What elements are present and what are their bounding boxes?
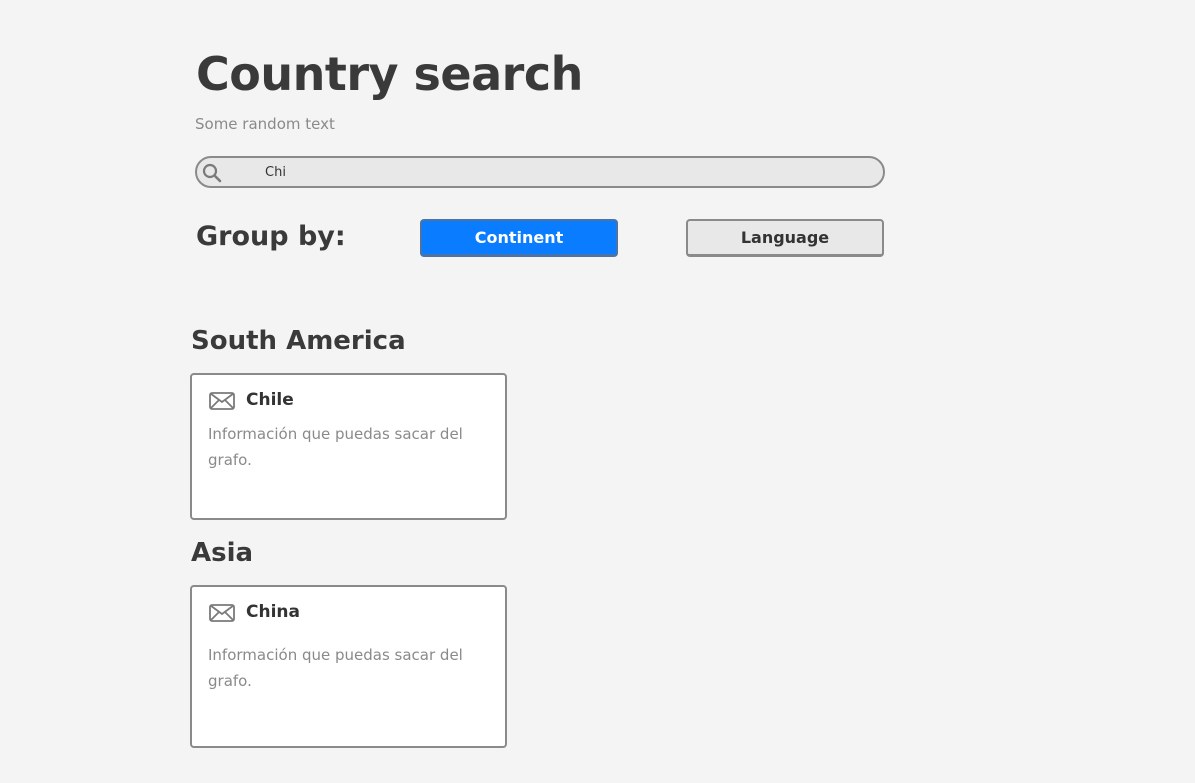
card-description: Información que puedas sacar del grafo. — [208, 425, 463, 469]
page-title: Country search — [196, 47, 583, 101]
page-subtitle: Some random text — [195, 115, 335, 133]
country-card-chile[interactable]: Chile Información que puedas sacar del g… — [190, 373, 507, 520]
group-heading-asia: Asia — [191, 538, 254, 568]
card-description: Información que puedas sacar del grafo. — [208, 646, 463, 690]
envelope-icon — [209, 392, 235, 410]
envelope-icon — [209, 604, 235, 622]
search-box[interactable] — [195, 156, 885, 188]
card-title: Chile — [246, 390, 294, 410]
search-input[interactable] — [265, 162, 865, 182]
group-by-language-button[interactable]: Language — [686, 219, 884, 257]
card-title: China — [246, 602, 300, 622]
group-heading-south-america: South America — [191, 326, 406, 356]
search-icon — [201, 162, 223, 184]
country-card-china[interactable]: China Información que puedas sacar del g… — [190, 585, 507, 748]
group-by-label: Group by: — [196, 221, 346, 252]
page: Country search Some random text Group by… — [0, 0, 1195, 783]
group-by-continent-button[interactable]: Continent — [420, 219, 618, 257]
